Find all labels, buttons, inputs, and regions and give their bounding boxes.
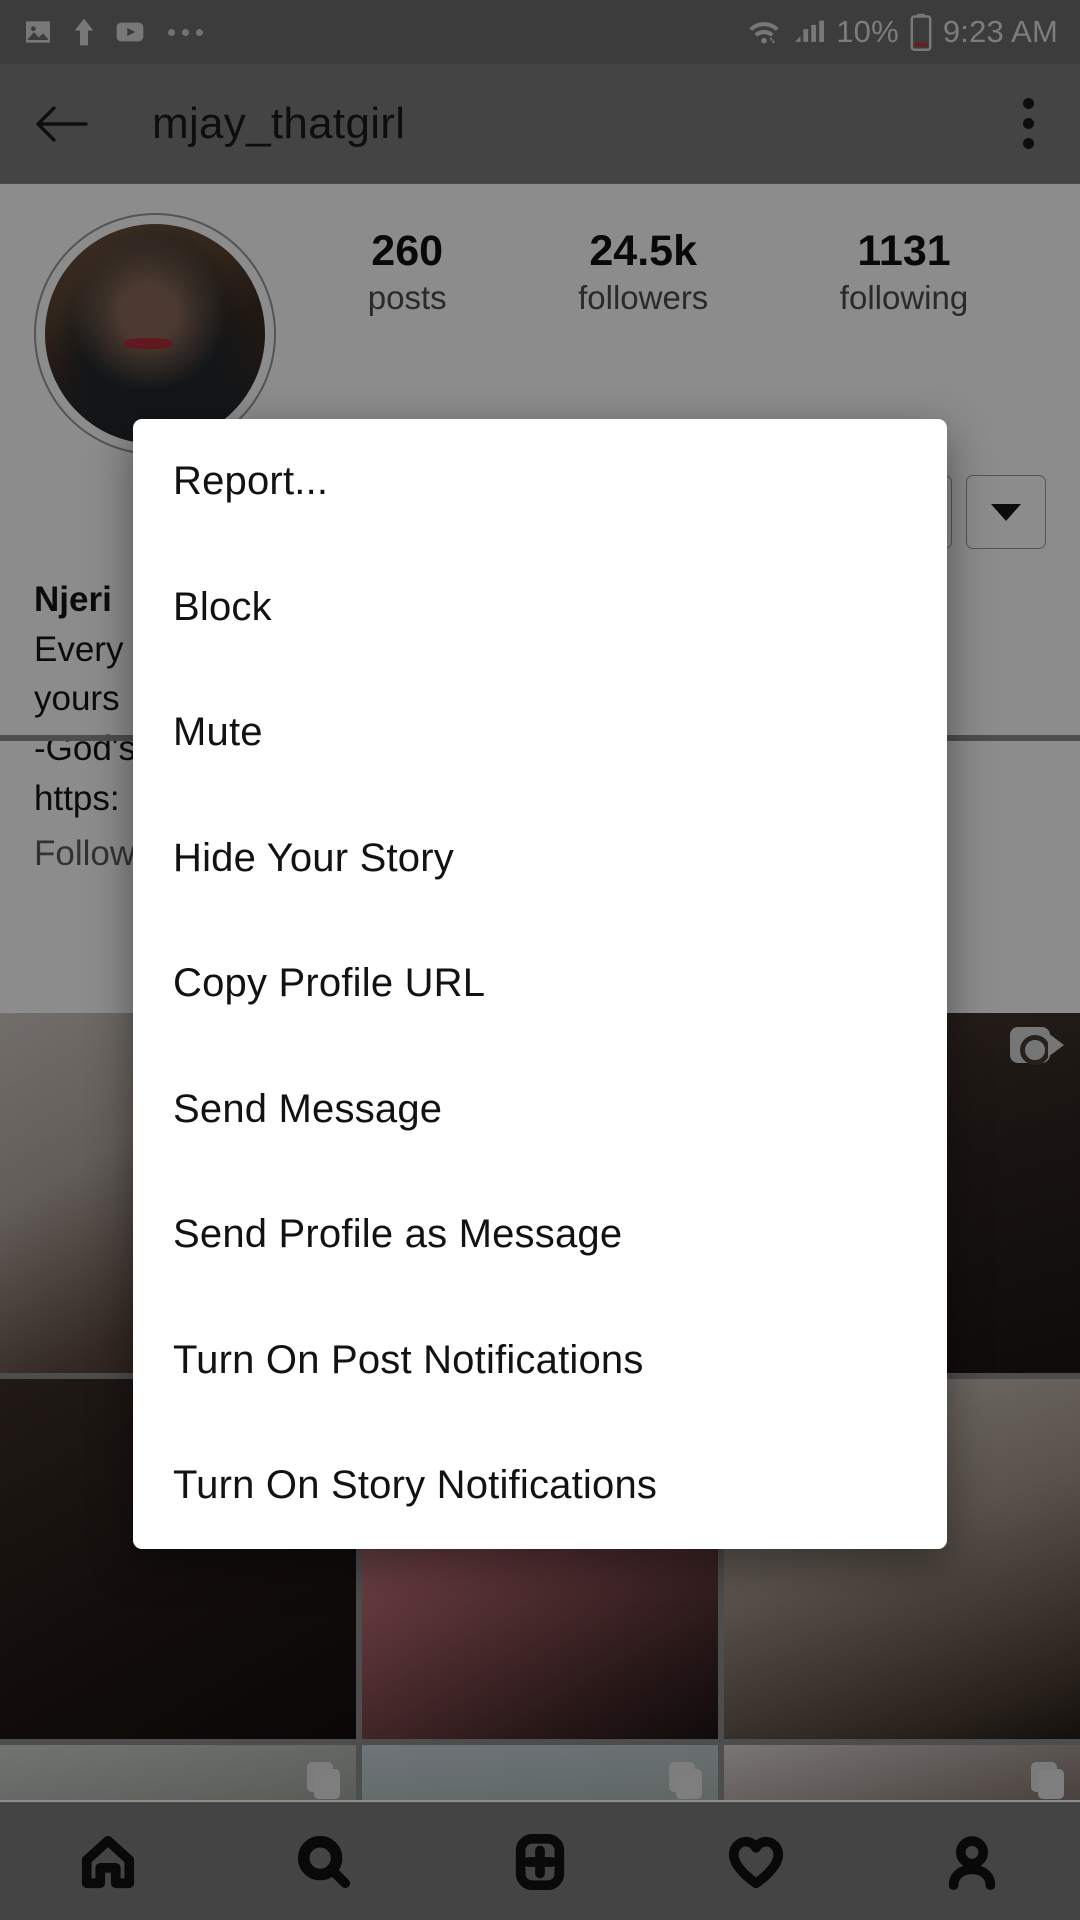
nav-add-post[interactable] — [432, 1833, 648, 1891]
search-icon — [297, 1835, 351, 1888]
photo-icon — [26, 21, 50, 43]
stat-posts-value: 260 — [371, 227, 444, 275]
page-title: mjay_thatgirl — [152, 98, 406, 148]
stat-posts[interactable]: 260 posts — [368, 227, 447, 317]
stat-following-value: 1131 — [857, 227, 951, 275]
multi-post-icon — [662, 1759, 702, 1799]
menu-item-send-message[interactable]: Send Message — [133, 1047, 947, 1173]
battery-percent-label: 10% — [836, 14, 899, 49]
status-bar: 10% 9:23 AM — [0, 0, 1080, 64]
video-icon — [1010, 1027, 1064, 1065]
stat-posts-label: posts — [367, 279, 447, 317]
clock-label: 9:23 AM — [942, 14, 1058, 49]
cellular-signal-icon — [795, 20, 825, 42]
drive-icon — [74, 18, 94, 46]
stat-followers-label: followers — [578, 279, 709, 317]
add-post-icon — [515, 1833, 565, 1890]
kebab-menu-icon[interactable] — [1011, 88, 1046, 159]
activity-heart-icon — [728, 1836, 784, 1888]
profile-person-icon — [948, 1835, 996, 1890]
back-arrow-icon[interactable] — [34, 102, 90, 146]
nav-activity[interactable] — [648, 1833, 864, 1891]
profile-header-row: 260 posts 24.5k followers 1131 following — [0, 185, 1080, 455]
grid-post[interactable] — [0, 1745, 356, 1800]
app-bar: mjay_thatgirl — [0, 64, 1080, 184]
menu-item-turn-on-story-notifications[interactable]: Turn On Story Notifications — [133, 1423, 947, 1549]
stat-followers-value: 24.5k — [589, 227, 697, 275]
instagram-profile-screen: 10% 9:23 AM mjay_thatgirl 260 posts 24.5… — [0, 0, 1080, 1920]
bottom-navigation-bar — [0, 1802, 1080, 1920]
menu-item-send-profile-as-message[interactable]: Send Profile as Message — [133, 1172, 947, 1298]
menu-item-mute[interactable]: Mute — [133, 670, 947, 796]
stat-following-label: following — [839, 279, 969, 317]
multi-post-icon — [1024, 1759, 1064, 1799]
menu-item-report[interactable]: Report... — [133, 419, 947, 545]
menu-item-hide-your-story[interactable]: Hide Your Story — [133, 796, 947, 922]
stat-followers[interactable]: 24.5k followers — [578, 227, 708, 317]
avatar-image — [45, 224, 265, 444]
grid-post[interactable] — [724, 1745, 1080, 1800]
menu-item-block[interactable]: Block — [133, 545, 947, 671]
chevron-down-icon — [991, 503, 1021, 521]
wifi-icon — [749, 22, 779, 44]
nav-profile[interactable] — [864, 1833, 1080, 1891]
nav-search[interactable] — [216, 1833, 432, 1891]
status-bar-notification-icons — [22, 16, 203, 48]
profile-options-dialog: Report... Block Mute Hide Your Story Cop… — [133, 419, 947, 1549]
more-dots-icon — [168, 28, 203, 36]
grid-post[interactable] — [362, 1745, 718, 1800]
nav-home[interactable] — [0, 1833, 216, 1891]
more-options-button[interactable] — [966, 475, 1046, 549]
status-bar-system-icons: 10% 9:23 AM — [746, 13, 1058, 51]
menu-item-copy-profile-url[interactable]: Copy Profile URL — [133, 921, 947, 1047]
battery-low-icon — [910, 13, 932, 51]
stat-following[interactable]: 1131 following — [840, 227, 968, 317]
menu-item-turn-on-post-notifications[interactable]: Turn On Post Notifications — [133, 1298, 947, 1424]
youtube-icon — [116, 22, 144, 42]
home-icon — [81, 1835, 135, 1888]
multi-post-icon — [300, 1759, 340, 1799]
profile-stats: 260 posts 24.5k followers 1131 following — [276, 213, 1046, 317]
